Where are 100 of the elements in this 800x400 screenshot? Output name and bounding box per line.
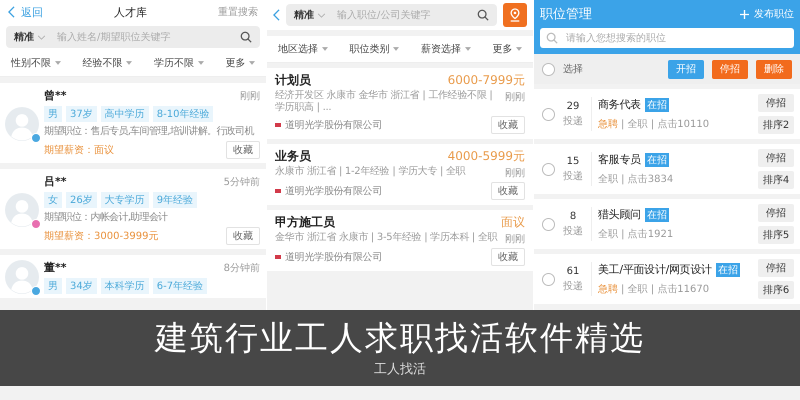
position-title: 商务代表 (598, 97, 641, 112)
position-row[interactable]: 8 投递 猎头顾问 在招 全职 | 点击1921 停招 排序5 (534, 199, 800, 249)
company-logo-icon (275, 189, 281, 193)
info-tag: 女 (44, 192, 62, 208)
favorite-button[interactable]: 收藏 (491, 182, 525, 200)
job-card[interactable]: 甲方施工员 面议 金华市 浙江省 永康市 | 3-5年经验 | 学历本科 | 全职 刚刚 道明光学股份有限公司 收藏 (267, 210, 533, 271)
application-count: 15 (566, 156, 580, 166)
select-label: 选择 (563, 62, 583, 76)
position-details: | 全职 | 点击11670 (621, 282, 710, 296)
filter-dropdown[interactable]: 薪资选择 (420, 42, 471, 56)
caret-icon (198, 61, 204, 65)
company-name: 道明光学股份有限公司 (285, 250, 382, 264)
time-label: 刚刚 (505, 91, 525, 104)
position-title: 客服专员 (598, 152, 641, 167)
search-icon[interactable] (477, 9, 489, 21)
search-field[interactable]: 请输入您想搜索的职位 (566, 32, 788, 44)
company-name: 道明光学股份有限公司 (285, 184, 382, 198)
plus-icon (740, 10, 749, 18)
row-action-button[interactable]: 停招 (758, 149, 794, 167)
salary-label: 面议 (501, 215, 525, 230)
mode-dropdown[interactable]: 精准 (14, 30, 46, 44)
application-count: 8 (570, 210, 576, 222)
job-card[interactable]: 业务员 4000-5999元 永康市 浙江省 | 1-2年经验 | 学历大专 | 全职 刚刚 道明光学股份有限公司 收藏 (267, 144, 533, 205)
favorite-button[interactable]: 收藏 (226, 141, 260, 159)
banner-title: 建筑行业工人求职找活软件精选 (155, 318, 645, 358)
row-action-button[interactable]: 停招 (758, 94, 794, 112)
chevron-down-icon (317, 12, 326, 18)
caret-icon (322, 47, 328, 51)
row-radio[interactable] (542, 272, 555, 286)
back-icon[interactable] (8, 6, 15, 18)
row-radio[interactable] (542, 218, 555, 230)
filter-dropdown[interactable]: 学历不限 (154, 56, 204, 70)
info-tag: 8-10年经验 (152, 106, 214, 122)
page-title: 人才库 (113, 4, 148, 20)
job-card[interactable]: 计划员 6000-7999元 经济开发区 永康市 金华市 浙江省 | 工作经验不限 | 学历职高 | ... 刚刚 道明光学股份有限公司 收藏 (267, 68, 533, 139)
company-name: 道明光学股份有限公司 (285, 118, 382, 132)
mode-dropdown[interactable]: 精准 (294, 8, 326, 22)
location-pin-icon (509, 8, 521, 22)
row-radio[interactable] (542, 108, 555, 120)
caret-icon (393, 47, 400, 51)
candidate-name: 吕** (44, 174, 67, 189)
filter-dropdown[interactable]: 地区选择 (278, 42, 328, 56)
caret-icon (54, 61, 61, 65)
filter-dropdown[interactable]: 更多 (492, 42, 522, 56)
caret-icon (464, 47, 471, 51)
urgent-label: 急聘 (598, 282, 618, 296)
time-label: 刚刚 (240, 90, 260, 102)
job-title: 业务员 (275, 149, 311, 164)
select-all-radio[interactable] (542, 62, 555, 76)
position-row[interactable]: 61 投递 美工/平面设计/网页设计 在招 急聘 | 全职 | 点击11670 停招 排序6 (534, 254, 800, 304)
candidate-card[interactable]: 董** 8分钟前 男 34岁 本科学历 6-7年经验 (0, 255, 266, 298)
row-action-button[interactable]: 停招 (758, 259, 794, 277)
expected-salary: 期望薪资：面议 (44, 144, 114, 157)
candidate-card[interactable]: 吕** 5分钟前 女 26岁 大专学历 9年经验 期望职位：内帐会计,助理会计 期望薪资：3000-3999元 收藏 (0, 169, 266, 249)
location-button[interactable] (503, 3, 527, 27)
filter-dropdown[interactable]: 经验不限 (82, 56, 132, 70)
info-tag: 26岁 (66, 192, 97, 208)
caret-icon (249, 61, 256, 65)
candidate-name: 曾** (44, 88, 67, 103)
position-row[interactable]: 15 投递 客服专员 在招 全职 | 点击3834 停招 排序4 (534, 144, 800, 194)
banner-subtitle: 工人找活 (374, 361, 426, 378)
info-tag: 男 (44, 278, 62, 294)
avatar-silhouette-icon (5, 192, 39, 226)
row-action-button[interactable]: 排序2 (758, 116, 794, 134)
row-radio[interactable] (542, 162, 555, 176)
expected-position: 期望职位：售后专员,车间管理,培训讲解。行政司机 (44, 125, 256, 138)
row-action-button[interactable]: 排序4 (758, 171, 794, 189)
favorite-button[interactable]: 收藏 (491, 116, 525, 134)
job-details: 经济开发区 永康市 金华市 浙江省 | 工作经验不限 | 学历职高 | ... (275, 90, 494, 114)
position-details: 全职 | 点击3834 (598, 172, 674, 186)
info-tag: 男 (44, 106, 62, 122)
job-details: 永康市 浙江省 | 1-2年经验 | 学历大专 | 全职 (275, 166, 466, 178)
filter-dropdown[interactable]: 性别不限 (10, 56, 61, 70)
expected-position: 期望职位：内帐会计,助理会计 (44, 211, 169, 224)
page-title: 职位管理 (540, 6, 592, 23)
candidate-name: 董** (44, 260, 67, 275)
expected-salary: 期望薪资：3000-3999元 (44, 230, 159, 243)
info-tag: 37岁 (66, 106, 97, 122)
filter-dropdown[interactable]: 职位类别 (349, 42, 400, 56)
filter-dropdown[interactable]: 更多 (225, 56, 256, 70)
chevron-down-icon (37, 34, 46, 40)
back-icon[interactable] (273, 9, 280, 21)
application-count: 61 (566, 266, 580, 276)
salary-label: 4000-5999元 (448, 149, 525, 164)
time-label: 8分钟前 (224, 262, 260, 274)
favorite-button[interactable]: 收藏 (226, 227, 260, 245)
row-action-button[interactable]: 排序5 (758, 226, 794, 244)
count-label: 投递 (563, 114, 583, 128)
time-label: 刚刚 (505, 233, 525, 246)
search-bar[interactable]: 请输入您想搜索的职位 (540, 28, 794, 48)
search-icon[interactable] (240, 31, 252, 43)
count-label: 投递 (563, 170, 583, 182)
company-logo-icon (275, 255, 281, 259)
count-label: 投递 (563, 224, 583, 238)
position-details: | 全职 | 点击10110 (621, 118, 710, 131)
position-row[interactable]: 29 投递 商务代表 在招 急聘 | 全职 | 点击10110 停招 排序2 (534, 89, 800, 139)
row-action-button[interactable]: 停招 (758, 204, 794, 222)
candidate-card[interactable]: 曾** 刚刚 男 37岁 高中学历 8-10年经验 期望职位：售后专员,车间管理,培训讲解。行政司机 期望薪资：面议 收藏 (0, 83, 266, 163)
favorite-button[interactable]: 收藏 (491, 248, 525, 266)
row-action-button[interactable]: 排序6 (758, 281, 794, 299)
